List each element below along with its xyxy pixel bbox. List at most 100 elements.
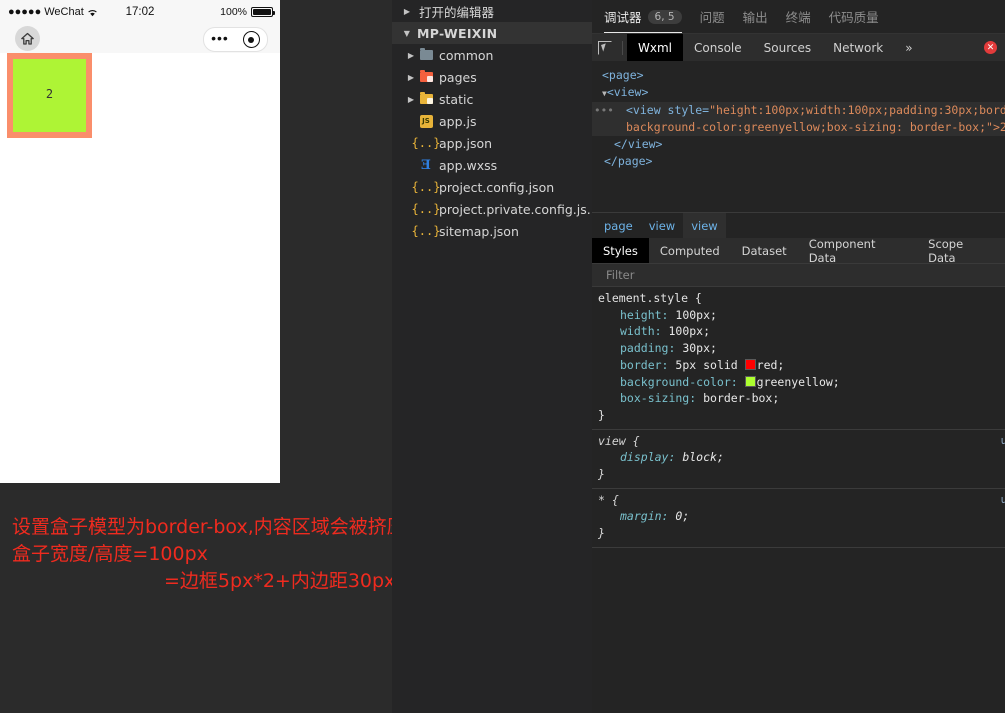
declaration-property: width [620,324,655,339]
chevron-right-icon[interactable]: ▶ [404,95,418,104]
chevron-down-icon[interactable]: ▼ [400,29,414,38]
tab-console[interactable]: Console [683,34,753,61]
chevron-right-icon[interactable]: ▶ [400,7,414,16]
tab-terminal[interactable]: 终端 [786,0,811,33]
explorer-item-app-wxss[interactable]: Ǝ app.wxss [392,154,592,176]
style-declaration[interactable]: box-sizing: border-box; [598,390,1005,407]
wxml-line: ▼<view> [592,84,1005,102]
status-bar-right: 100% [220,6,275,18]
declaration-value: 30px; [682,341,717,356]
explorer-item-sitemap-json[interactable]: {..} sitemap.json [392,220,592,242]
declaration-value: 100px; [668,324,711,339]
style-rule-selector: element.style { [598,291,702,305]
ellipsis-icon[interactable]: ••• [211,31,229,45]
style-declaration[interactable]: display: block; [598,449,1005,466]
declaration-color-name: red; [756,357,785,372]
tab-code-quality-label: 代码质量 [828,10,879,25]
declaration-color-name: greenyellow; [756,374,840,389]
tab-problems-label: 问题 [699,10,725,25]
tab-scope-data[interactable]: Scope Data [917,237,1005,265]
style-rule-universal: u * { margin: 0; } [592,489,1005,548]
declaration-property: background-color [620,374,731,389]
color-swatch-greenyellow[interactable] [744,375,756,387]
json-file-icon: {..} [411,202,441,216]
tab-output[interactable]: 输出 [743,0,768,33]
breadcrumb-item-page[interactable]: page [596,213,641,238]
wxml-line-tag: <view style= [626,103,710,117]
style-declaration[interactable]: border: 5px solid red; [598,357,1005,374]
target-icon[interactable] [242,31,260,48]
close-icon[interactable]: ✕ [984,41,997,54]
chevron-right-icon[interactable]: ▶ [404,51,418,60]
breadcrumb-item-view-selected[interactable]: view [683,213,726,238]
explorer-item-label: pages [439,69,477,85]
style-rule-source[interactable]: u [1001,492,1005,509]
style-declaration[interactable]: background-color: greenyellow; [598,374,1005,391]
explorer-item-common[interactable]: ▶ common [392,44,592,66]
select-element-icon[interactable] [592,34,618,61]
app-root: ●●●●● WeChat 17:02 100% ••• 2 设置盒子模型为bor… [0,0,1005,713]
explorer-item-project-config[interactable]: {..} project.config.json [392,176,592,198]
breadcrumb: page view view [592,212,1005,238]
capsule-button-group[interactable]: ••• [203,27,268,52]
explorer-item-label: app.wxss [439,157,498,173]
explorer-item-label: project.config.json [439,179,555,195]
style-declaration[interactable]: width: 100px; [598,323,1005,340]
declaration-property: margin [620,509,662,524]
explorer-item-static[interactable]: ▶ static [392,88,592,110]
home-button[interactable] [15,26,40,51]
simulator-page-body: 2 [0,53,280,483]
tab-problems[interactable]: 问题 [700,0,725,33]
style-rule-close: } [598,407,605,422]
divider [622,40,623,55]
tab-component-data[interactable]: Component Data [798,237,917,265]
declaration-value: 0; [675,509,690,524]
style-declaration[interactable]: height: 100px; [598,307,1005,324]
explorer-item-project-private-config[interactable]: {..} project.private.config.js... [392,198,599,220]
tab-computed[interactable]: Computed [649,238,731,263]
explorer-section-label: MP-WEIXIN [417,25,498,41]
style-rule-close: } [598,526,605,541]
explorer-item-label: sitemap.json [439,223,519,239]
json-file-icon: {..} [411,136,441,150]
explorer-section-open-editors[interactable]: ▶ 打开的编辑器 [392,0,592,22]
tab-dataset[interactable]: Dataset [731,238,798,263]
styles-filter-input[interactable]: Filter [592,264,1005,287]
explorer-item-app-json[interactable]: {..} app.json [392,132,592,154]
wxml-line-selected-cont: background-color:greenyellow;box-sizing:… [592,119,1005,136]
style-declaration[interactable]: margin: 0; [598,508,1005,525]
tab-debugger[interactable]: 调试器 6, 5 [604,0,682,33]
tab-code-quality[interactable]: 代码质量 [829,0,879,33]
battery-icon [251,7,275,17]
wxml-line-attr-cont: background-color:greenyellow;box-sizing:… [626,120,1005,134]
tab-output-label: 输出 [742,10,768,25]
breadcrumb-item-view[interactable]: view [641,213,683,238]
wxml-line-text: </view> [614,137,663,151]
explorer-item-pages[interactable]: ▶ pages [392,66,592,88]
tab-more-chevron-icon[interactable]: » [894,34,923,61]
phone-simulator: ●●●●● WeChat 17:02 100% ••• 2 [0,0,280,483]
style-rule-source[interactable]: u [1001,433,1005,450]
style-declaration[interactable]: padding: 30px; [598,340,1005,357]
simulator-nav-bar: ••• [0,24,280,54]
tab-sources[interactable]: Sources [753,34,822,61]
devtools-sub-tabbar: Wxml Console Sources Network » ✕ [592,34,1005,61]
wxml-line-text: <page> [602,68,644,82]
wxml-tree-view[interactable]: <page> ▼<view> ••• <view style="height:1… [592,61,1005,212]
tab-styles[interactable]: Styles [592,238,649,263]
explorer-item-app-js[interactable]: JS app.js [392,110,592,132]
tab-terminal-label: 终端 [785,10,811,25]
wxml-line-text: <view> [606,85,649,99]
js-file-icon: JS [418,113,434,129]
folder-icon [418,91,434,107]
declaration-value: block; [682,450,724,465]
color-swatch-red[interactable] [744,358,756,370]
declaration-property: padding [620,341,669,356]
tab-network[interactable]: Network [822,34,894,61]
declaration-property: height [620,307,662,322]
demo-view-box: 2 [7,53,92,138]
wxml-line-attr: "height:100px;width:100px;padding:30px;b… [709,103,1005,117]
tab-wxml[interactable]: Wxml [627,34,683,61]
explorer-section-mp-weixin[interactable]: ▼ MP-WEIXIN [392,22,592,44]
chevron-right-icon[interactable]: ▶ [404,73,418,82]
